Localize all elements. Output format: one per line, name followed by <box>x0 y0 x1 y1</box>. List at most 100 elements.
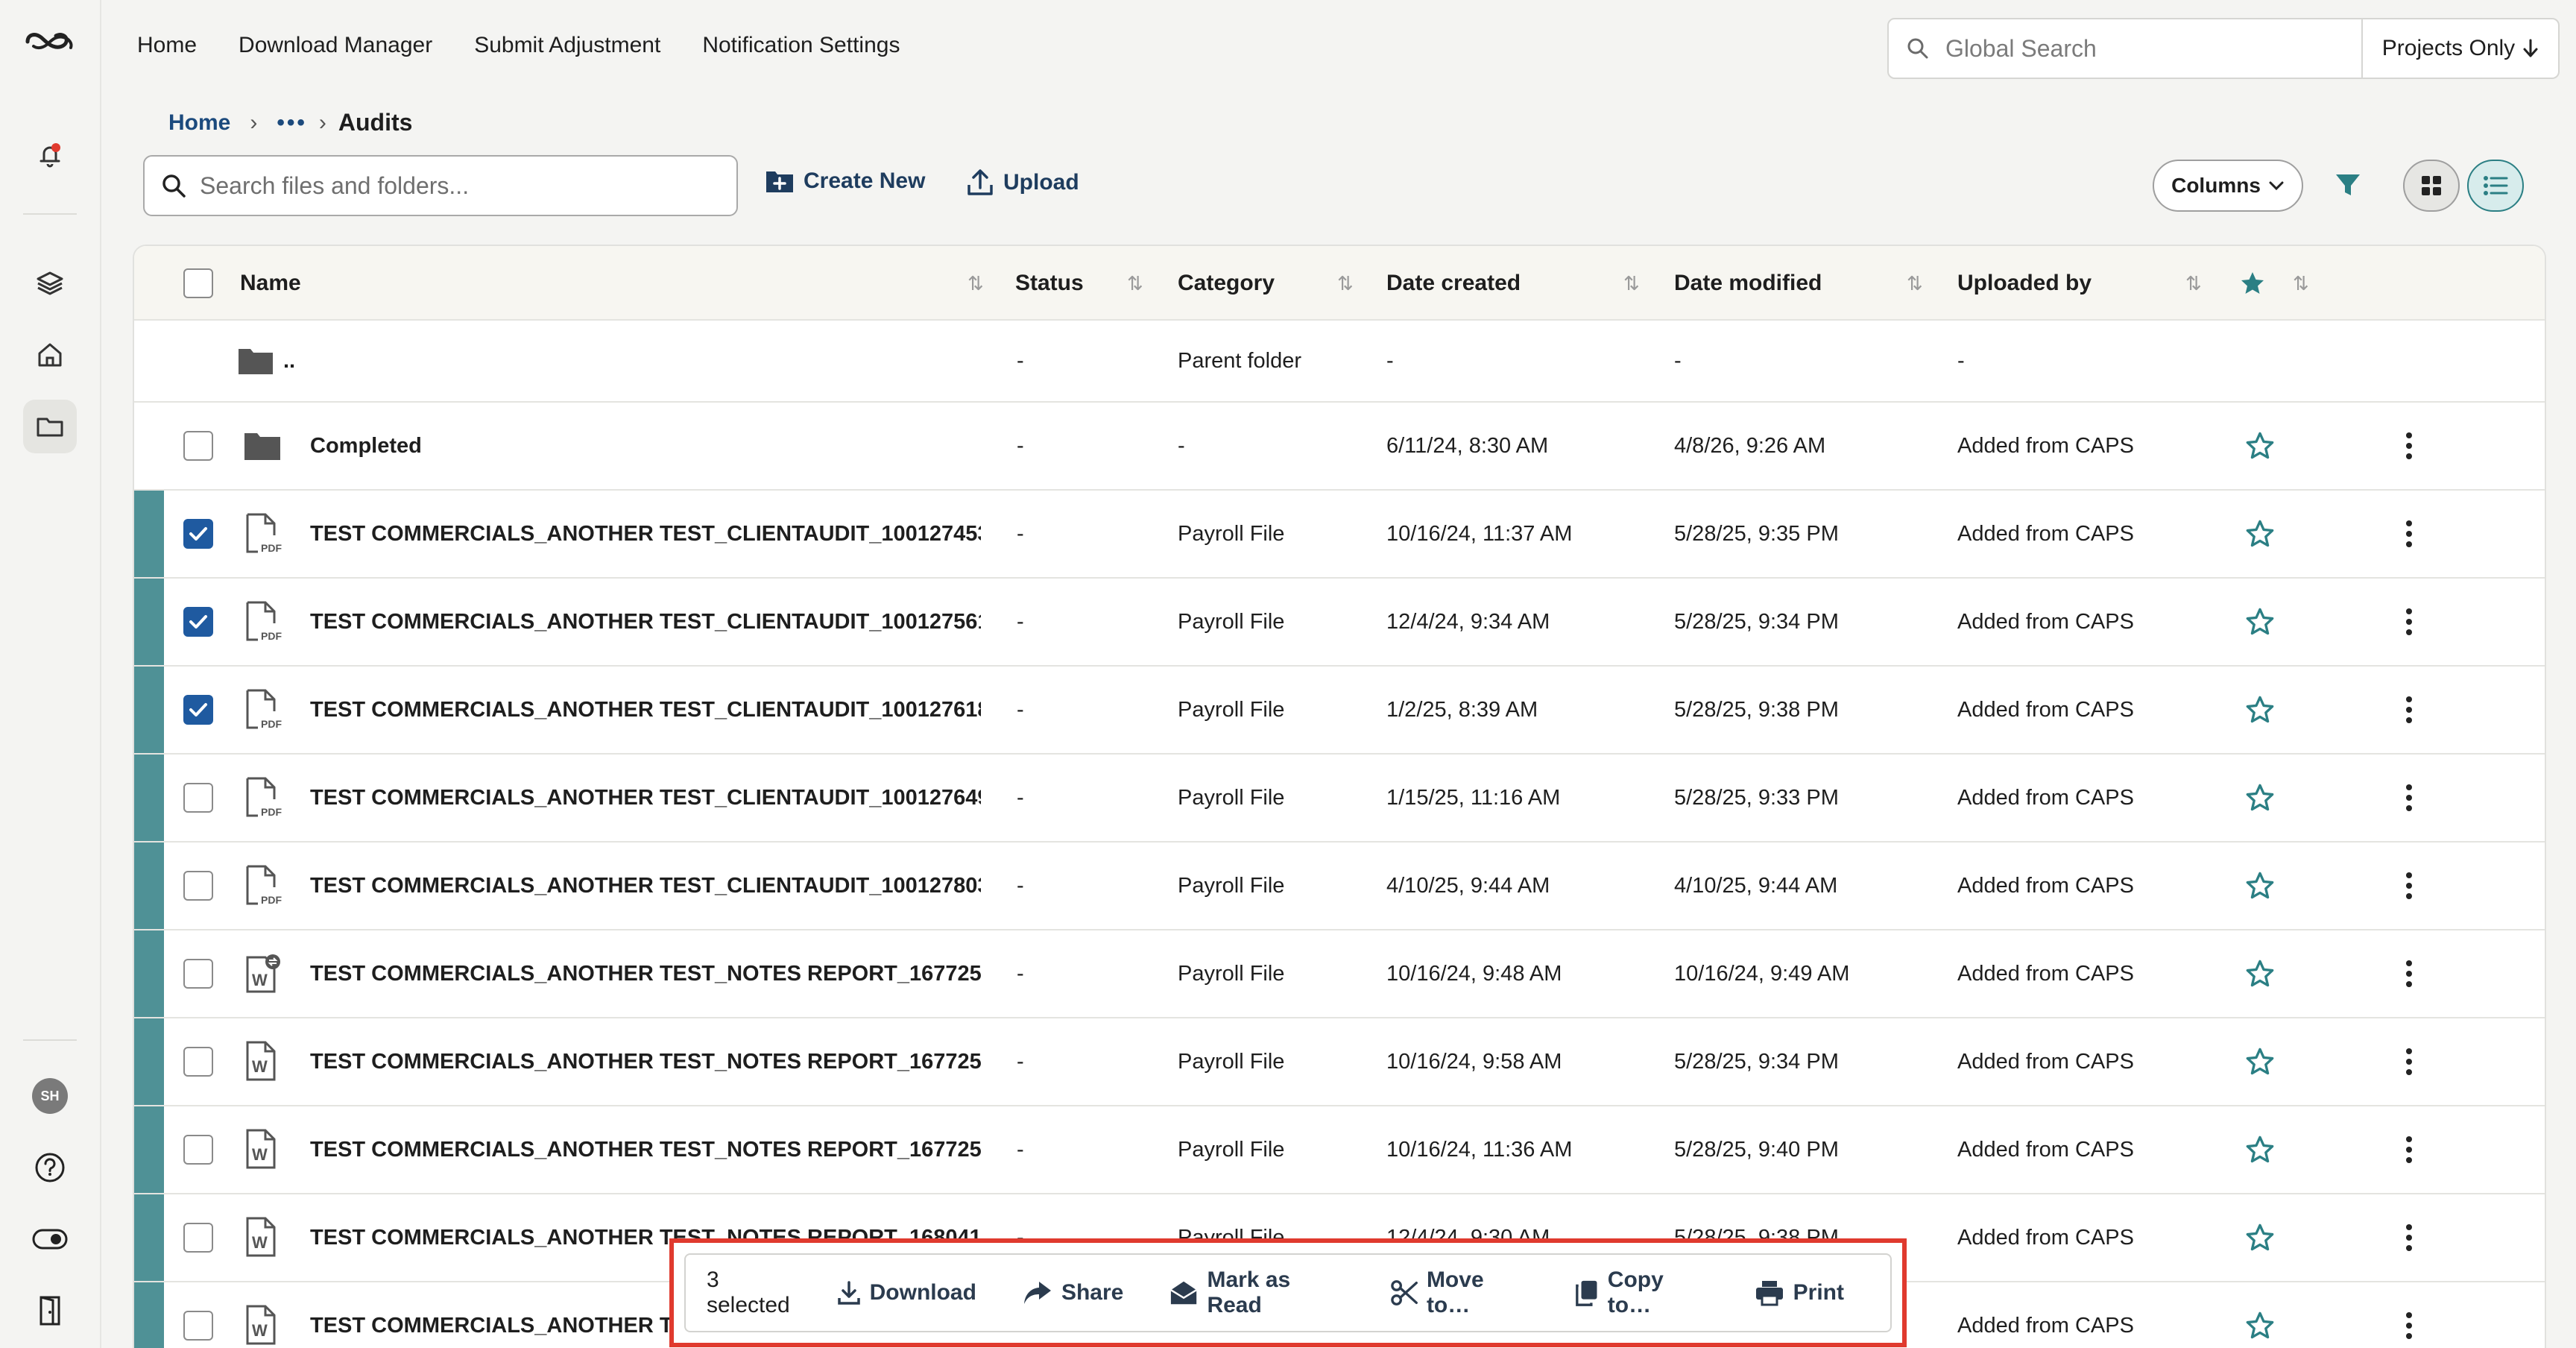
more-vertical-icon[interactable] <box>2405 667 2414 753</box>
more-vertical-icon[interactable] <box>2405 491 2414 577</box>
columns-dropdown-button[interactable]: Columns <box>2153 160 2303 212</box>
exit-door-icon[interactable] <box>23 1284 77 1338</box>
file-name[interactable]: TEST COMMERCIALS_ANOTHER TEST_NOTES REPO… <box>310 1018 981 1105</box>
table-row[interactable]: W TEST COMMERCIALS_ANOTHER TEST_NOTES REP… <box>134 1106 2545 1194</box>
more-vertical-icon[interactable] <box>2405 1194 2414 1281</box>
file-search-input[interactable]: Search files and folders... <box>143 155 738 216</box>
row-checkbox[interactable] <box>183 519 213 549</box>
more-vertical-icon[interactable] <box>2405 755 2414 841</box>
table-row[interactable]: W TEST COMMERCIALS_ANOTHER TEST_NOTES REP… <box>134 1018 2545 1106</box>
nav-home-link[interactable]: Home <box>137 33 197 58</box>
file-name[interactable]: TEST COMMERCIALS_ANOTHER TEST_CLIENTAUDI… <box>310 842 981 929</box>
row-checkbox[interactable] <box>183 607 213 637</box>
sort-icon[interactable]: ⇅ <box>2185 246 2202 321</box>
row-checkbox[interactable] <box>183 1223 213 1253</box>
global-search-input[interactable]: Global Search <box>1889 19 2361 78</box>
row-checkbox[interactable] <box>183 783 213 813</box>
sort-icon[interactable]: ⇅ <box>967 246 984 321</box>
table-row[interactable]: PDF TEST COMMERCIALS_ANOTHER TEST_CLIENTA… <box>134 667 2545 755</box>
table-row[interactable]: W TEST COMMERCIALS_ANOTHER TEST_NOTES REP… <box>134 930 2545 1018</box>
star-icon[interactable] <box>2245 491 2275 577</box>
brand-logo-icon[interactable] <box>23 27 77 57</box>
file-name[interactable]: TEST COMMERCIALS_ANOTHER TEST_NOTES REPO… <box>310 930 981 1017</box>
home-icon[interactable] <box>23 328 77 382</box>
nav-download-manager-link[interactable]: Download Manager <box>239 33 432 58</box>
sort-icon[interactable]: ⇅ <box>1623 246 1640 321</box>
more-vertical-icon[interactable] <box>2405 1106 2414 1193</box>
mark-as-read-button[interactable]: Mark as Read <box>1169 1267 1344 1318</box>
list-view-button[interactable] <box>2467 160 2524 212</box>
file-status: - <box>1017 697 1024 722</box>
star-header-icon[interactable] <box>2239 246 2266 321</box>
move-to-button[interactable]: Move to… <box>1391 1267 1529 1318</box>
file-name[interactable]: TEST COMMERCIALS_ANOTHER TEST_CLIENTAUDI… <box>310 579 981 665</box>
header-date-created[interactable]: Date created <box>1386 246 1521 321</box>
folder-nav-icon[interactable] <box>23 400 77 453</box>
more-vertical-icon[interactable] <box>2405 842 2414 929</box>
header-name[interactable]: Name <box>240 246 301 321</box>
select-all-checkbox[interactable] <box>183 268 213 298</box>
star-icon[interactable] <box>2245 1282 2275 1348</box>
row-checkbox[interactable] <box>183 871 213 901</box>
more-vertical-icon[interactable] <box>2405 579 2414 665</box>
help-icon[interactable] <box>23 1141 77 1194</box>
star-icon[interactable] <box>2245 1018 2275 1105</box>
sort-icon[interactable]: ⇅ <box>1127 246 1143 321</box>
row-checkbox[interactable] <box>183 431 213 461</box>
table-row[interactable]: PDF TEST COMMERCIALS_ANOTHER TEST_CLIENTA… <box>134 491 2545 579</box>
star-icon[interactable] <box>2245 755 2275 841</box>
toggle-icon[interactable] <box>23 1212 77 1266</box>
more-vertical-icon[interactable] <box>2405 1018 2414 1105</box>
notifications-bell-icon[interactable] <box>23 128 77 182</box>
sort-icon[interactable]: ⇅ <box>1337 246 1354 321</box>
star-icon[interactable] <box>2245 403 2275 489</box>
file-name[interactable]: Completed <box>310 403 981 489</box>
star-icon[interactable] <box>2245 579 2275 665</box>
file-name[interactable]: TEST COMMERCIALS_ANOTHER TEST_NOTES REPO… <box>310 1106 981 1193</box>
star-icon[interactable] <box>2245 667 2275 753</box>
row-checkbox[interactable] <box>183 959 213 989</box>
header-uploaded-by[interactable]: Uploaded by <box>1957 246 2092 321</box>
header-category[interactable]: Category <box>1178 246 1275 321</box>
row-checkbox[interactable] <box>183 1135 213 1165</box>
sort-icon[interactable]: ⇅ <box>2293 246 2309 321</box>
header-date-modified[interactable]: Date modified <box>1674 246 1822 321</box>
star-icon[interactable] <box>2245 930 2275 1017</box>
filter-button[interactable] <box>2333 170 2363 204</box>
nav-submit-adjustment-link[interactable]: Submit Adjustment <box>474 33 660 58</box>
more-vertical-icon[interactable] <box>2405 930 2414 1017</box>
create-new-button[interactable]: Create New <box>765 168 925 194</box>
row-checkbox[interactable] <box>183 695 213 725</box>
nav-notification-settings-link[interactable]: Notification Settings <box>702 33 900 58</box>
row-accent-bar <box>134 1194 164 1281</box>
share-selected-button[interactable]: Share <box>1023 1280 1123 1306</box>
star-icon[interactable] <box>2245 1194 2275 1281</box>
star-icon[interactable] <box>2245 1106 2275 1193</box>
upload-button[interactable]: Upload <box>966 168 1079 197</box>
breadcrumb-ellipsis[interactable]: ••• <box>277 110 307 136</box>
more-vertical-icon[interactable] <box>2405 403 2414 489</box>
parent-category: Parent folder <box>1178 348 1302 373</box>
download-selected-button[interactable]: Download <box>837 1280 976 1306</box>
sort-icon[interactable]: ⇅ <box>1907 246 1923 321</box>
table-row[interactable]: Completed - - 6/11/24, 8:30 AM 4/8/26, 9:26 … <box>134 403 2545 491</box>
user-avatar[interactable]: SH <box>32 1078 68 1114</box>
table-row[interactable]: PDF TEST COMMERCIALS_ANOTHER TEST_CLIENTA… <box>134 579 2545 667</box>
file-name[interactable]: TEST COMMERCIALS_ANOTHER TEST_CLIENTAUDI… <box>310 755 981 841</box>
row-checkbox[interactable] <box>183 1311 213 1341</box>
grid-view-button[interactable] <box>2403 160 2460 212</box>
more-vertical-icon[interactable] <box>2405 1282 2414 1348</box>
layers-icon[interactable] <box>23 256 77 310</box>
search-scope-dropdown[interactable]: Projects Only <box>2361 19 2558 78</box>
print-button[interactable]: Print <box>1755 1279 1844 1306</box>
header-status[interactable]: Status <box>1015 246 1084 321</box>
table-row[interactable]: PDF TEST COMMERCIALS_ANOTHER TEST_CLIENTA… <box>134 755 2545 842</box>
breadcrumb-home[interactable]: Home <box>168 110 230 136</box>
copy-to-button[interactable]: Copy to… <box>1574 1267 1708 1318</box>
file-name[interactable]: TEST COMMERCIALS_ANOTHER TEST_CLIENTAUDI… <box>310 491 981 577</box>
file-name[interactable]: TEST COMMERCIALS_ANOTHER TEST_CLIENTAUDI… <box>310 667 981 753</box>
row-checkbox[interactable] <box>183 1047 213 1077</box>
star-icon[interactable] <box>2245 842 2275 929</box>
parent-folder-row[interactable]: .. - Parent folder - - - <box>134 321 2545 403</box>
table-row[interactable]: PDF TEST COMMERCIALS_ANOTHER TEST_CLIENTA… <box>134 842 2545 930</box>
